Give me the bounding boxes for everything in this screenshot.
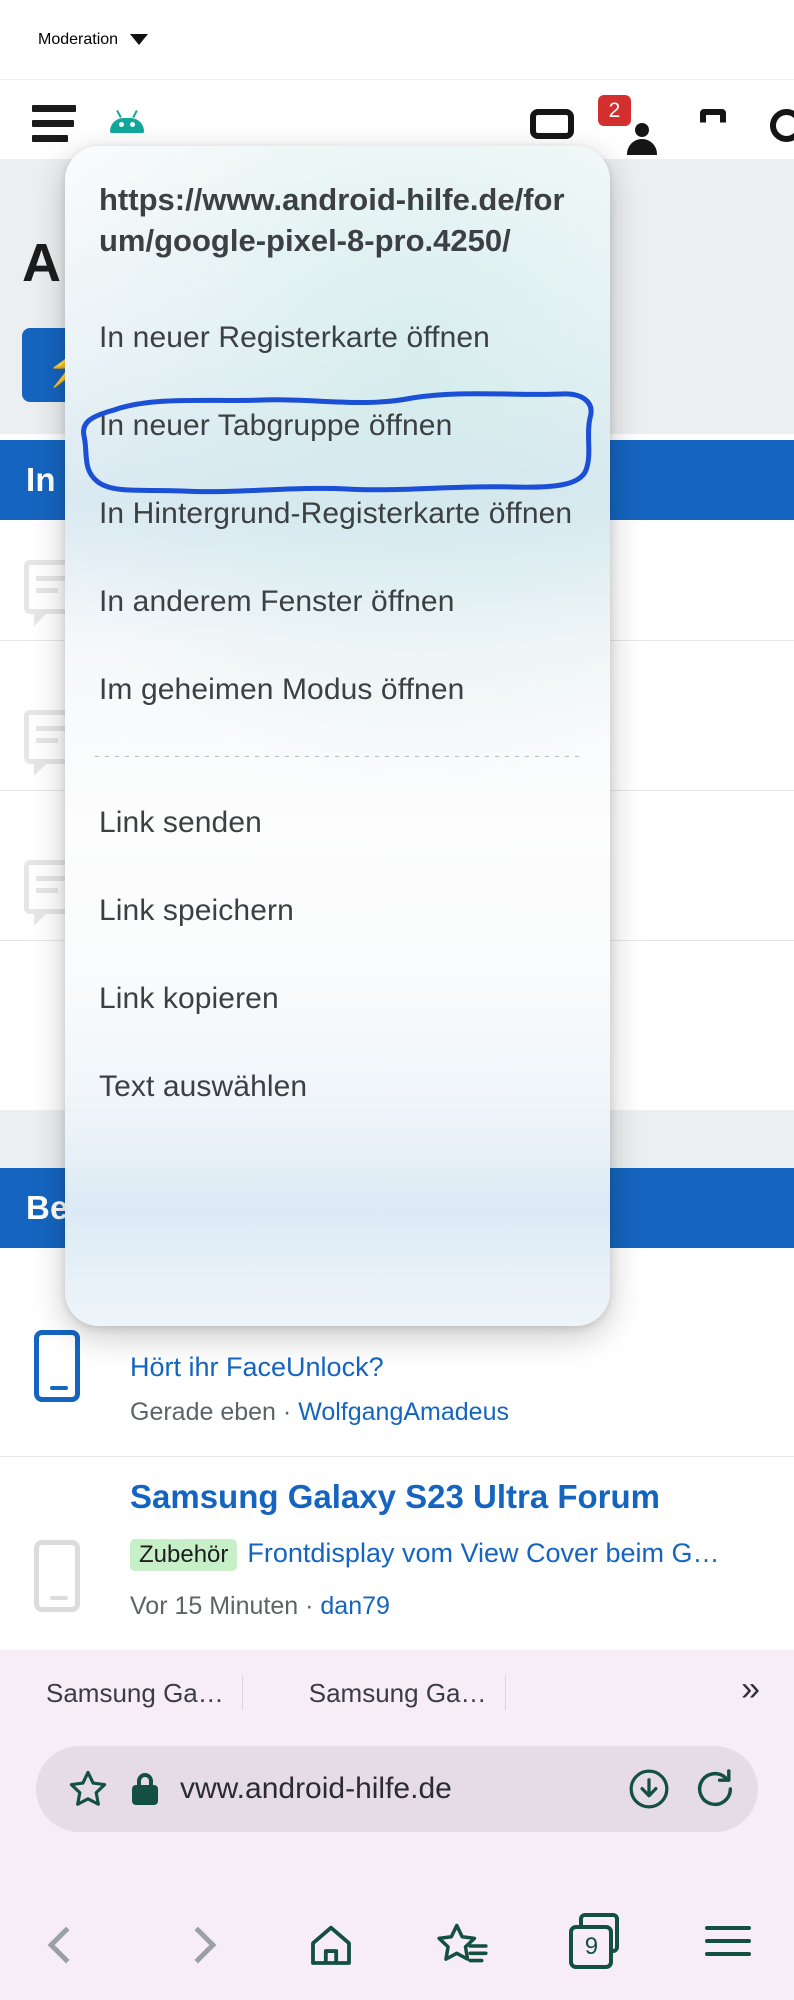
section-bar-label: Be: [26, 1189, 69, 1226]
tab-item[interactable]: Samsung Ga…: [291, 1678, 505, 1709]
android-robot-icon[interactable]: [110, 109, 144, 133]
thread-author[interactable]: WolfgangAmadeus: [298, 1398, 509, 1426]
home-icon: [310, 1925, 351, 1965]
app-root: Moderation 2 A ⚡ In Be: [0, 0, 794, 2000]
browser-menu-button[interactable]: [696, 1913, 760, 1977]
chevron-double-right-icon[interactable]: »: [741, 1670, 760, 1709]
thread-meta: Gerade eben · WolfgangAmadeus: [130, 1398, 509, 1427]
forum-thread-label: Frontdisplay vom View Cover beim G…: [247, 1538, 720, 1568]
menu-item-save-link[interactable]: Link speichern: [65, 867, 610, 955]
tab-switcher-button[interactable]: 9: [563, 1913, 627, 1977]
bottom-nav-bar: 9: [0, 1890, 794, 2000]
moderation-bar[interactable]: Moderation: [0, 0, 794, 80]
chevron-left-icon: [47, 1926, 85, 1964]
menu-item-label: Link kopieren: [99, 981, 279, 1015]
forum-thread-separator: ·: [305, 1592, 314, 1620]
bookmarks-button[interactable]: [431, 1913, 495, 1977]
share-icon[interactable]: [700, 109, 730, 143]
menu-item-label: Text auswählen: [99, 1069, 308, 1103]
hamburger-menu-icon: [704, 1925, 751, 1965]
back-button[interactable]: [34, 1913, 98, 1977]
menu-item-label: Link speichern: [99, 893, 294, 927]
moderation-label: Moderation: [38, 30, 119, 48]
forward-button[interactable]: [166, 1913, 230, 1977]
star-icon[interactable]: [66, 1768, 110, 1810]
menu-item-label: Link senden: [99, 805, 262, 839]
tab-count: 9: [569, 1925, 614, 1969]
menu-item-open-incognito[interactable]: Im geheimen Modus öffnen: [65, 646, 610, 734]
tab-stack-icon: 9: [569, 1913, 621, 1971]
menu-item-copy-link[interactable]: Link kopieren: [65, 955, 610, 1043]
link-context-menu: https://www.android-hilfe.de/forum/googl…: [65, 146, 610, 1326]
reload-icon[interactable]: [692, 1766, 738, 1812]
thread-title[interactable]: Hört ihr FaceUnlock?: [130, 1352, 384, 1383]
forum-thread-author[interactable]: dan79: [320, 1592, 390, 1620]
chevron-down-icon: [130, 34, 149, 45]
download-circle-icon[interactable]: [626, 1766, 672, 1812]
star-list-icon: [437, 1923, 488, 1963]
tab-strip: Samsung Ga… Samsung Ga… »: [0, 1650, 794, 1736]
menu-item-label: In neuer Tabgruppe öffnen: [99, 408, 453, 442]
forum-thread-meta: Vor 15 Minuten · dan79: [130, 1592, 390, 1621]
lock-icon: [132, 1773, 158, 1805]
menu-item-open-background-tab[interactable]: In Hintergrund-Registerkarte öffnen: [65, 470, 610, 558]
chevron-right-icon: [180, 1926, 217, 1964]
forum-thread-time: Vor 15 Minuten: [130, 1592, 299, 1620]
phone-outline-icon: [34, 1330, 80, 1402]
menu-item-open-other-window[interactable]: In anderem Fenster öffnen: [65, 558, 610, 646]
forum-title[interactable]: Samsung Galaxy S23 Ultra Forum: [130, 1478, 660, 1516]
person-icon[interactable]: [625, 109, 659, 155]
home-button[interactable]: [299, 1913, 363, 1977]
menu-item-select-text[interactable]: Text auswählen: [65, 1043, 610, 1131]
thread-time: Gerade eben: [130, 1398, 276, 1426]
menu-item-label: In anderem Fenster öffnen: [99, 584, 455, 618]
menu-item-open-new-tab[interactable]: In neuer Registerkarte öffnen: [65, 294, 610, 382]
menu-item-open-new-tab-group[interactable]: In neuer Tabgruppe öffnen: [65, 382, 610, 470]
address-bar-url[interactable]: vww.android-hilfe.de: [180, 1772, 626, 1806]
status-badge: Zubehör: [130, 1539, 238, 1571]
menu-item-label: Im geheimen Modus öffnen: [99, 672, 465, 706]
address-bar[interactable]: vww.android-hilfe.de: [36, 1746, 758, 1832]
tab-divider: [504, 1676, 506, 1710]
browser-chrome: Samsung Ga… Samsung Ga… » vww.android-hi…: [0, 1650, 794, 2000]
menu-item-label: In Hintergrund-Registerkarte öffnen: [99, 496, 573, 530]
menu-item-send-link[interactable]: Link senden: [65, 779, 610, 867]
chat-icon[interactable]: [530, 109, 574, 139]
context-menu-url: https://www.android-hilfe.de/forum/googl…: [99, 182, 565, 258]
tab-item[interactable]: Samsung Ga…: [28, 1678, 242, 1709]
page-title: A: [22, 233, 61, 293]
menu-item-label: In neuer Registerkarte öffnen: [99, 320, 490, 354]
menu-divider: [95, 755, 580, 757]
hamburger-menu-icon[interactable]: [32, 105, 76, 150]
tab-divider: [241, 1676, 243, 1710]
forum-thread-title[interactable]: Zubehör Frontdisplay vom View Cover beim …: [130, 1538, 770, 1571]
search-icon[interactable]: [770, 109, 794, 145]
thread-separator: ·: [282, 1398, 292, 1426]
section-bar-label: In: [26, 461, 56, 498]
phone-outline-icon: [34, 1540, 80, 1612]
